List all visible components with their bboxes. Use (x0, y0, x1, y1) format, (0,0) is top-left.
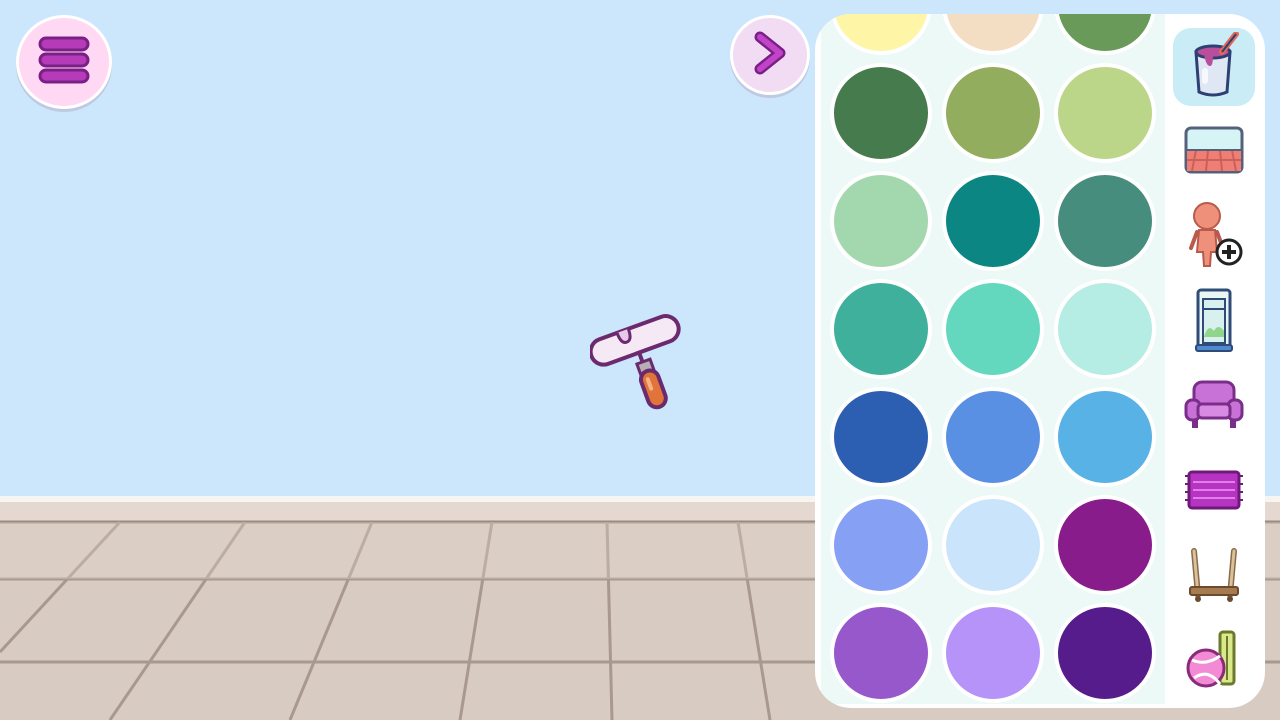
color-swatch[interactable] (830, 279, 932, 379)
swatch-cell (937, 491, 1049, 599)
color-swatch[interactable] (830, 14, 932, 55)
color-swatch[interactable] (830, 63, 932, 163)
window-icon (1194, 287, 1234, 357)
swatch-cell (937, 275, 1049, 383)
swatch-cell (937, 167, 1049, 275)
swatch-cell (825, 14, 937, 59)
chevron-right-icon (750, 31, 790, 79)
swatch-cell (825, 167, 937, 275)
swatch-cell (825, 491, 937, 599)
swatch-cell (937, 383, 1049, 491)
swatch-cell (1049, 275, 1161, 383)
color-swatch[interactable] (942, 63, 1044, 163)
swatch-cell (1049, 599, 1161, 704)
swatch-cell (1049, 491, 1161, 599)
swatch-cell (825, 383, 937, 491)
color-swatch[interactable] (942, 603, 1044, 703)
color-swatch[interactable] (942, 14, 1044, 55)
category-rugs[interactable] (1173, 453, 1255, 531)
swatch-cell (1049, 383, 1161, 491)
color-swatch[interactable] (1054, 387, 1156, 487)
category-toys[interactable] (1173, 623, 1255, 701)
swatch-cell (1049, 14, 1161, 59)
swatch-cell (825, 59, 937, 167)
shelf-icon (1186, 545, 1242, 609)
sofa-icon (1182, 378, 1246, 436)
color-swatch[interactable] (942, 279, 1044, 379)
category-paint[interactable] (1173, 28, 1255, 106)
swatch-cell (937, 59, 1049, 167)
add-character-icon (1183, 200, 1245, 274)
menu-button[interactable] (16, 15, 112, 109)
build-panel (815, 14, 1265, 708)
swatch-cell (1049, 167, 1161, 275)
color-swatch[interactable] (942, 171, 1044, 271)
color-swatch[interactable] (1054, 171, 1156, 271)
category-sidebar (1173, 28, 1257, 708)
swatch-cell (1049, 59, 1161, 167)
swatch-cell (937, 14, 1049, 59)
swatch-cell (825, 275, 937, 383)
category-furniture[interactable] (1173, 368, 1255, 446)
swatch-cell (825, 599, 937, 704)
color-swatch[interactable] (1054, 603, 1156, 703)
color-swatch[interactable] (830, 171, 932, 271)
category-shelves[interactable] (1173, 538, 1255, 616)
floor-wallpaper-icon (1182, 124, 1246, 180)
category-floor-wallpaper[interactable] (1173, 113, 1255, 191)
rug-icon (1183, 468, 1245, 516)
color-swatch[interactable] (1054, 279, 1156, 379)
color-swatch[interactable] (830, 387, 932, 487)
paint-bucket-icon (1184, 31, 1244, 102)
swatch-grid (821, 14, 1165, 704)
color-swatch[interactable] (830, 603, 932, 703)
color-swatch[interactable] (830, 495, 932, 595)
color-swatch[interactable] (942, 495, 1044, 595)
paint-roller-icon[interactable] (588, 305, 700, 415)
toys-icon (1184, 630, 1244, 694)
hamburger-menu-icon (36, 32, 92, 92)
color-swatch[interactable] (1054, 14, 1156, 55)
color-swatch[interactable] (1054, 495, 1156, 595)
color-palette (821, 14, 1165, 704)
category-characters[interactable] (1173, 198, 1255, 276)
swatch-cell (937, 599, 1049, 704)
next-button[interactable] (730, 15, 810, 95)
color-swatch[interactable] (942, 387, 1044, 487)
color-swatch[interactable] (1054, 63, 1156, 163)
category-windows[interactable] (1173, 283, 1255, 361)
